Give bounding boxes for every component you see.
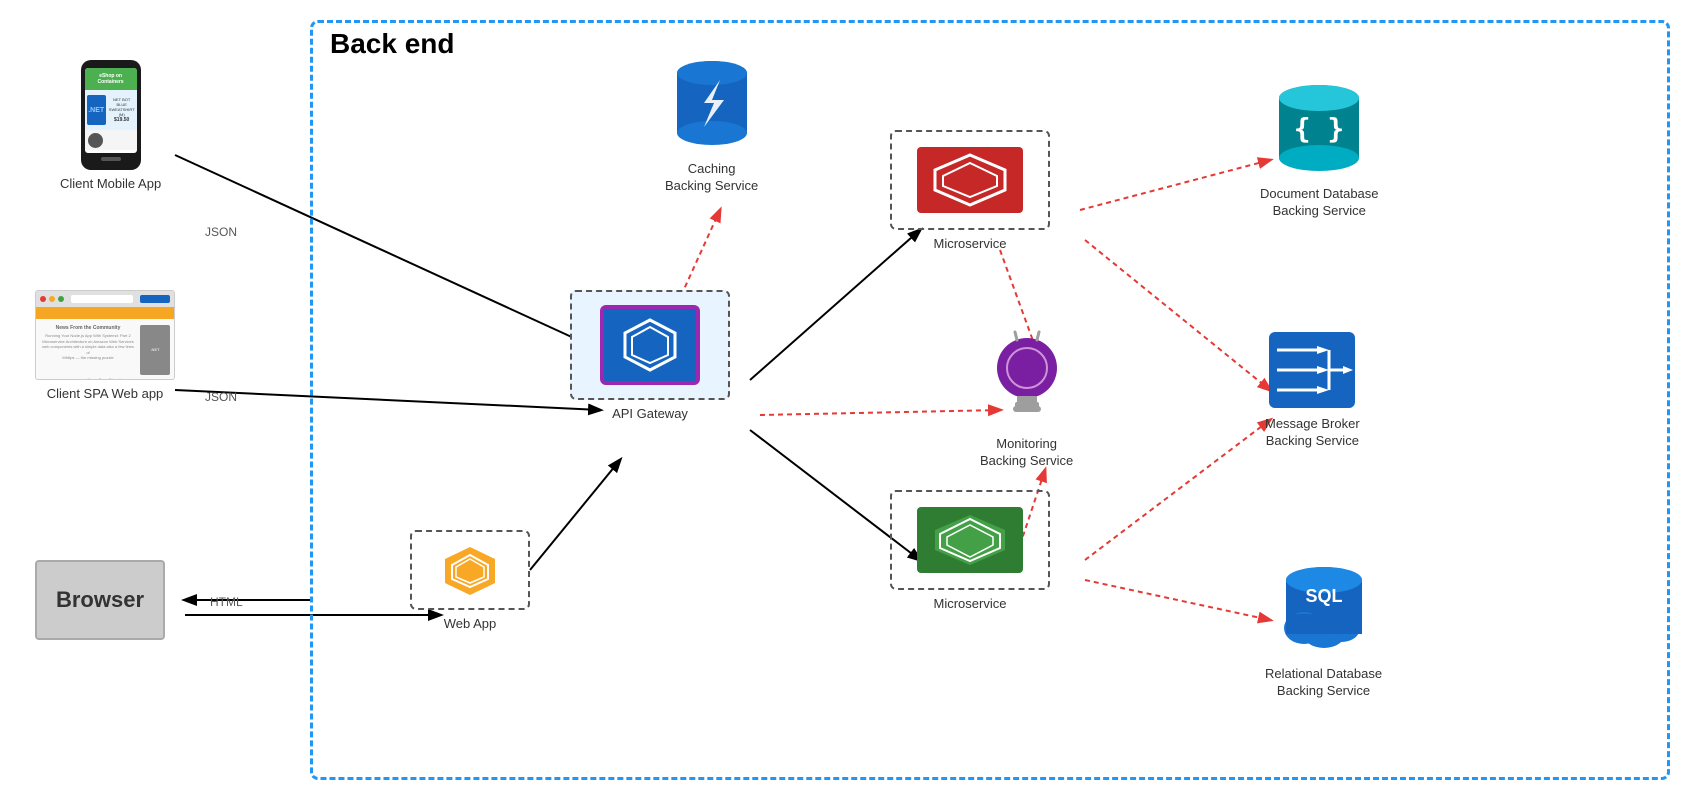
message-broker-component: Message BrokerBacking Service [1265, 330, 1360, 450]
json-top-label: JSON [205, 225, 237, 239]
svg-text:SQL: SQL [1305, 586, 1342, 606]
browser-component: Browser [35, 560, 165, 640]
web-banner [36, 307, 174, 319]
client-mobile-label: Client Mobile App [60, 176, 161, 193]
microservice-top-component: Microservice [890, 130, 1050, 253]
client-spa-label: Client SPA Web app [47, 386, 164, 403]
dot-green [58, 296, 64, 302]
json-bottom-label: JSON [205, 390, 237, 404]
client-spa-component: News From the Community Running Your Nod… [35, 290, 175, 403]
monitoring-label: MonitoringBacking Service [980, 436, 1073, 470]
backend-title: Back end [330, 28, 455, 60]
relational-db-label: Relational DatabaseBacking Service [1265, 666, 1382, 700]
microservice-bottom-box [890, 490, 1050, 590]
relational-db-icon: SQL [1274, 560, 1374, 660]
web-header [36, 291, 174, 307]
document-db-component: { } Document DatabaseBacking Service [1260, 80, 1379, 220]
phone-home-btn [101, 157, 121, 161]
web-app-icon [440, 545, 500, 595]
web-app-component: Web App [410, 530, 530, 633]
api-gateway-box [570, 290, 730, 400]
caching-component: CachingBacking Service [665, 55, 758, 195]
browser-label: Browser [56, 587, 144, 613]
microservice-top-label: Microservice [934, 236, 1007, 253]
document-db-icon: { } [1274, 80, 1364, 180]
message-broker-icon [1267, 330, 1357, 410]
dot-red [40, 296, 46, 302]
svg-text:{ }: { } [1294, 112, 1345, 145]
phone-screen: eShop on Containers .NET NET BOT BLUE SW… [85, 68, 137, 153]
web-content: News From the Community Running Your Nod… [36, 321, 174, 380]
web-screenshot: News From the Community Running Your Nod… [35, 290, 175, 380]
microservice-bottom-label: Microservice [934, 596, 1007, 613]
microservice-top-box [890, 130, 1050, 230]
web-app-box [410, 530, 530, 610]
document-db-label: Document DatabaseBacking Service [1260, 186, 1379, 220]
web-app-label: Web App [444, 616, 497, 633]
relational-db-component: SQL Relational DatabaseBacking Service [1265, 560, 1382, 700]
caching-label: CachingBacking Service [665, 161, 758, 195]
api-gateway-component: API Gateway [570, 290, 730, 423]
monitoring-component: MonitoringBacking Service [980, 330, 1073, 470]
microservice-bottom-component: Microservice [890, 490, 1050, 613]
diagram-container: Back end eShop on Containers .NET NET BO… [0, 0, 1694, 801]
api-gateway-icon [600, 305, 700, 385]
client-mobile-component: eShop on Containers .NET NET BOT BLUE SW… [60, 60, 161, 193]
html-label: HTML [210, 595, 243, 609]
api-gateway-label: API Gateway [612, 406, 688, 423]
microservice-bottom-icon [915, 505, 1025, 575]
caching-icon [672, 55, 752, 155]
phone-icon: eShop on Containers .NET NET BOT BLUE SW… [81, 60, 141, 170]
browser-box: Browser [35, 560, 165, 640]
dot-yellow [49, 296, 55, 302]
microservice-top-icon [915, 145, 1025, 215]
monitoring-icon [987, 330, 1067, 430]
message-broker-label: Message BrokerBacking Service [1265, 416, 1360, 450]
